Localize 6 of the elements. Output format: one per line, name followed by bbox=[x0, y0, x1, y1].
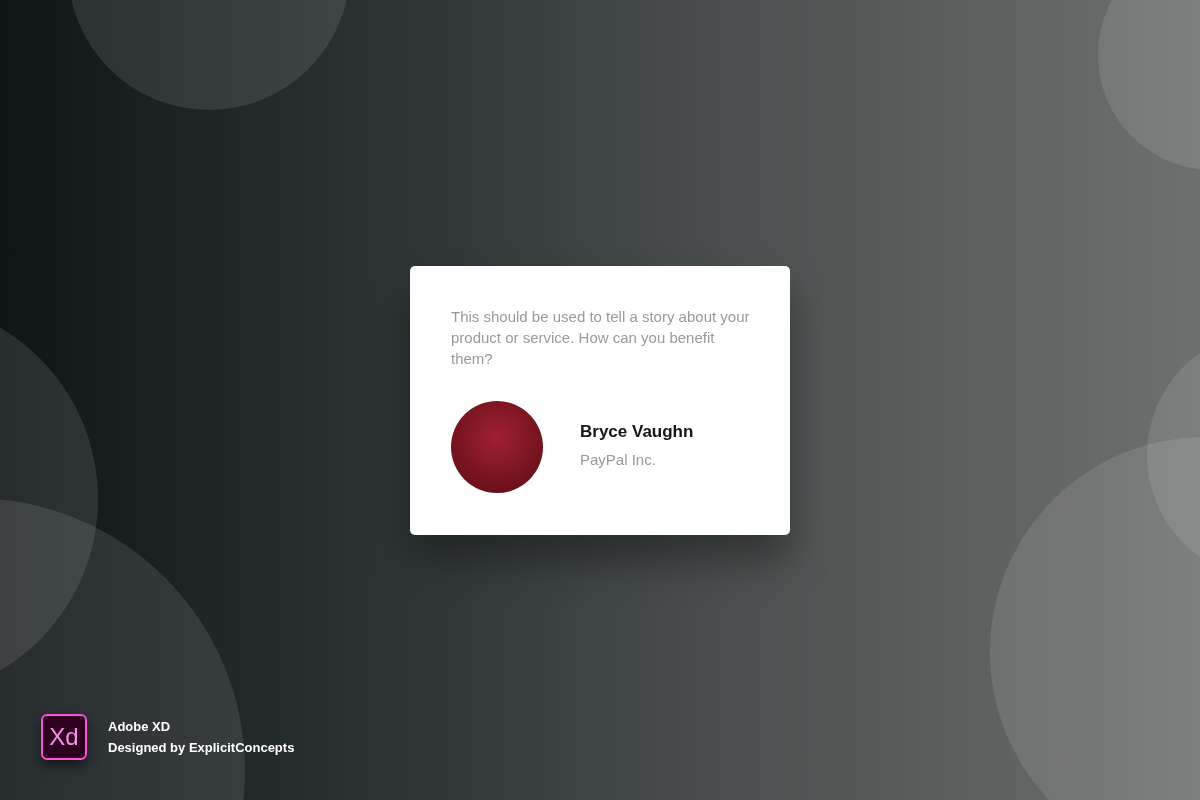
author-name: Bryce Vaughn bbox=[580, 421, 694, 444]
app-logo: Xd bbox=[41, 714, 87, 760]
testimonial-quote: This should be used to tell a story about your product or service. How can you benefit them? bbox=[451, 306, 751, 369]
author-company: PayPal Inc. bbox=[580, 450, 657, 471]
designer-credit: Designed by ExplicitConcepts bbox=[108, 739, 295, 757]
app-name: Adobe XD bbox=[108, 717, 172, 736]
